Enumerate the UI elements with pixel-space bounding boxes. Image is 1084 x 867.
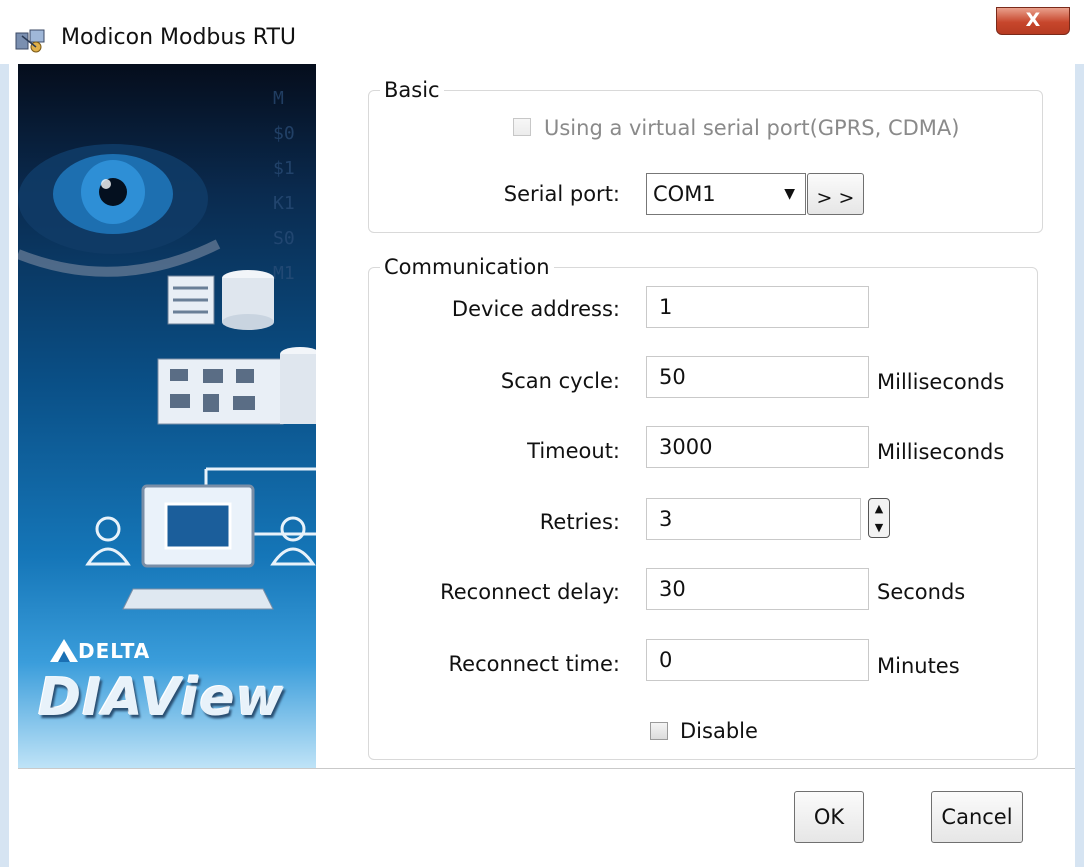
timeout-label: Timeout: <box>527 439 620 463</box>
reconnect-time-input[interactable]: 0 <box>646 639 869 681</box>
scan-cycle-unit: Milliseconds <box>877 370 1005 394</box>
scan-cycle-label: Scan cycle: <box>500 369 620 393</box>
communication-group-title: Communication <box>380 255 554 279</box>
serial-port-select[interactable]: COM1 ▼ <box>646 173 806 215</box>
device-address-label: Device address: <box>451 297 620 321</box>
reconnect-delay-unit: Seconds <box>877 580 966 604</box>
disable-checkbox[interactable] <box>650 722 668 740</box>
delta-logo-text: DELTA <box>78 639 151 663</box>
serial-port-value: COM1 <box>653 182 716 206</box>
retries-input[interactable]: 3 <box>646 498 861 540</box>
window-title: Modicon Modbus RTU <box>61 25 297 50</box>
timeout-input[interactable]: 3000 <box>646 426 869 468</box>
cancel-button[interactable]: Cancel <box>931 791 1023 843</box>
side-banner: M $0 $1 K1 S0 M1 DELTA DIAView <box>18 64 316 768</box>
svg-text:K1: K1 <box>273 193 295 214</box>
window-frame-right <box>1075 64 1084 867</box>
retries-spinner[interactable]: ▲ ▼ <box>868 498 890 538</box>
reconnect-delay-input[interactable]: 30 <box>646 568 869 610</box>
disable-label: Disable <box>680 719 758 743</box>
svg-text:M1: M1 <box>273 263 295 284</box>
svg-text:S0: S0 <box>273 228 295 249</box>
svg-text:$0: $0 <box>273 123 295 144</box>
reconnect-time-label: Reconnect time: <box>448 652 620 676</box>
close-button[interactable]: X <box>996 7 1070 35</box>
device-address-input[interactable]: 1 <box>646 286 869 328</box>
serial-port-label: Serial port: <box>503 182 620 206</box>
scan-cycle-input[interactable]: 50 <box>646 356 869 398</box>
reconnect-delay-label: Reconnect delay: <box>440 580 620 604</box>
title-bar: Modicon Modbus RTU X <box>0 0 1084 64</box>
reconnect-time-unit: Minutes <box>877 654 960 678</box>
basic-group-title: Basic <box>380 78 444 102</box>
spin-up-icon[interactable]: ▲ <box>869 499 889 518</box>
timeout-unit: Milliseconds <box>877 440 1005 464</box>
virtual-port-label: Using a virtual serial port(GPRS, CDMA) <box>544 116 960 140</box>
svg-text:M: M <box>273 88 284 109</box>
spin-down-icon[interactable]: ▼ <box>869 518 889 537</box>
serial-port-settings-button[interactable]: > > <box>807 173 864 215</box>
virtual-port-checkbox[interactable] <box>513 118 531 136</box>
diaview-logo-text: DIAView <box>38 668 285 728</box>
chevron-down-icon: ▼ <box>784 186 795 202</box>
app-icon <box>14 28 48 54</box>
ok-button[interactable]: OK <box>794 791 864 843</box>
window-frame-left <box>0 64 9 867</box>
svg-text:$1: $1 <box>273 158 295 179</box>
footer-divider <box>18 768 1075 769</box>
retries-label: Retries: <box>539 510 620 534</box>
